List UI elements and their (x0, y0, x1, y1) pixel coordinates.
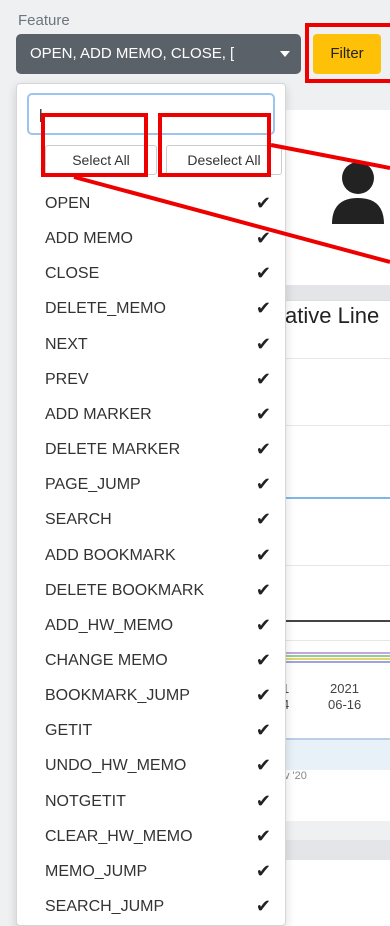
annotation-lines (73, 143, 390, 264)
